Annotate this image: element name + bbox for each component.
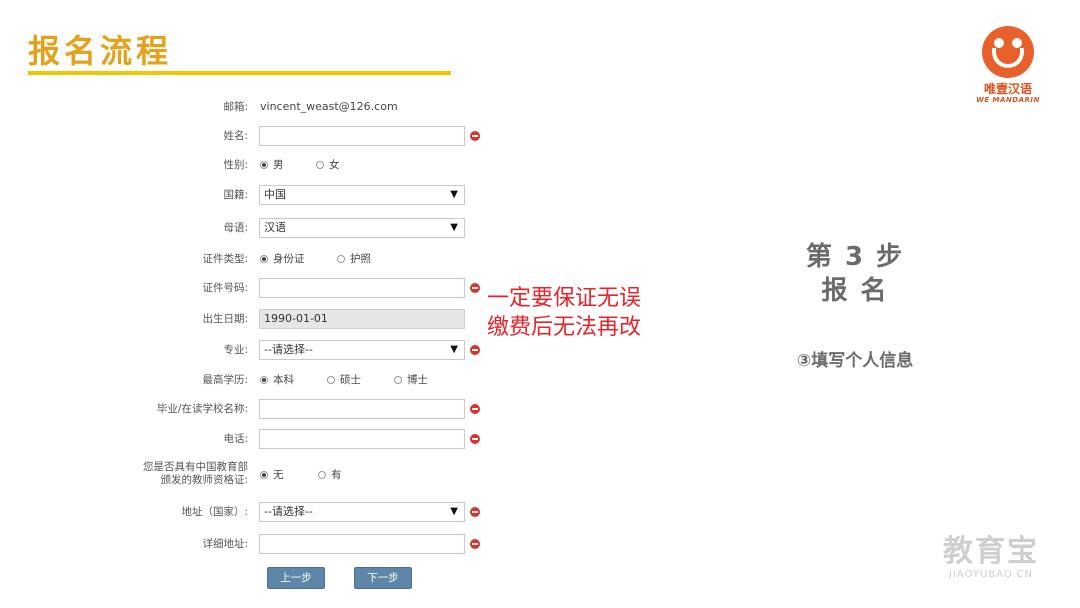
id-type-label: 证件类型:: [202, 253, 248, 265]
education-radio-bachelor[interactable]: 本科: [260, 370, 294, 390]
school-label: 毕业/在读学校名称:: [156, 403, 248, 415]
school-input[interactable]: [259, 399, 465, 419]
id-type-radio-passport[interactable]: 护照: [337, 249, 371, 269]
address-country-label: 地址（国家）:: [181, 506, 248, 518]
radio-icon: [394, 376, 402, 384]
school-row: 毕业/在读学校名称:: [0, 399, 540, 419]
required-icon: [470, 539, 480, 549]
phone-label: 电话:: [223, 433, 248, 445]
id-number-label: 证件号码:: [202, 282, 248, 294]
birth-date-input[interactable]: 1990-01-01: [259, 309, 465, 329]
address-country-select[interactable]: --请选择-- ▼: [259, 502, 465, 522]
gender-radio-male[interactable]: 男: [260, 155, 284, 175]
dropdown-arrow-icon: ▼: [450, 506, 458, 517]
watermark: 教育宝 JIAOYUBAO.CN: [943, 534, 1039, 581]
name-label: 姓名:: [223, 130, 248, 142]
id-type-row: 证件类型: 身份证 护照: [0, 249, 540, 269]
step-subtitle: ③填写个人信息: [796, 351, 914, 371]
address-country-row: 地址（国家）: --请选择-- ▼: [0, 502, 540, 522]
gender-row: 性别: 男 女: [0, 155, 540, 175]
native-language-select[interactable]: 汉语 ▼: [259, 218, 465, 238]
radio-selected-icon: [260, 376, 268, 384]
address-detail-label: 详细地址:: [202, 538, 248, 550]
education-radio-doctor[interactable]: 博士: [394, 370, 428, 390]
id-number-input[interactable]: [259, 278, 465, 298]
teacher-cert-radio-no[interactable]: 无: [260, 465, 284, 485]
radio-selected-icon: [260, 255, 268, 263]
radio-selected-icon: [260, 471, 268, 479]
prev-step-button[interactable]: 上一步: [267, 567, 325, 589]
required-icon: [470, 507, 480, 517]
phone-row: 电话:: [0, 429, 540, 449]
name-row: 姓名:: [0, 126, 540, 146]
gender-label: 性别:: [223, 159, 248, 171]
required-icon: [470, 404, 480, 414]
step-heading: 第 3 步 报 名: [805, 242, 905, 306]
radio-icon: [316, 161, 324, 169]
name-input[interactable]: [259, 126, 465, 146]
teacher-cert-radio-yes[interactable]: 有: [318, 465, 342, 485]
address-detail-row: 详细地址:: [0, 534, 540, 554]
native-language-row: 母语: 汉语 ▼: [0, 218, 540, 238]
nationality-label: 国籍:: [223, 189, 248, 201]
nationality-row: 国籍: 中国 ▼: [0, 185, 540, 205]
gender-radio-female[interactable]: 女: [316, 155, 340, 175]
id-type-radio-idcard[interactable]: 身份证: [260, 249, 305, 269]
major-select[interactable]: --请选择-- ▼: [259, 340, 465, 360]
native-language-label: 母语:: [223, 222, 248, 234]
birth-date-label: 出生日期:: [202, 313, 248, 325]
id-number-row: 证件号码:: [0, 278, 540, 298]
logo-subtext: WE MANDARIN: [976, 96, 1040, 104]
teacher-cert-row: 您是否具有中国教育部 颁发的教师资格证: 无 有: [0, 461, 540, 486]
required-icon: [470, 131, 480, 141]
major-label: 专业:: [223, 344, 248, 356]
education-row: 最高学历: 本科 硕士 博士: [0, 370, 540, 390]
warning-note: 一定要保证无误 缴费后无法再改: [487, 286, 642, 340]
education-label: 最高学历:: [202, 374, 248, 386]
birth-date-row: 出生日期: 1990-01-01: [0, 309, 540, 329]
radio-selected-icon: [260, 161, 268, 169]
required-icon: [470, 345, 480, 355]
logo: 唯壹汉语 WE MANDARIN: [972, 26, 1044, 106]
phone-input[interactable]: [259, 429, 465, 449]
dropdown-arrow-icon: ▼: [450, 189, 458, 200]
dropdown-arrow-icon: ▼: [450, 222, 458, 233]
email-label: 邮箱:: [223, 101, 248, 113]
required-icon: [470, 434, 480, 444]
radio-icon: [318, 471, 326, 479]
email-value: vincent_weast@126.com: [260, 100, 398, 113]
logo-icon: [982, 26, 1034, 78]
radio-icon: [327, 376, 335, 384]
next-step-button[interactable]: 下一步: [354, 567, 412, 589]
address-detail-input[interactable]: [259, 534, 465, 554]
major-row: 专业: --请选择-- ▼: [0, 340, 540, 360]
teacher-cert-label: 您是否具有中国教育部 颁发的教师资格证:: [143, 461, 248, 486]
registration-form: 邮箱: vincent_weast@126.com 姓名: 性别: 男 女 国籍…: [0, 0, 540, 608]
logo-text: 唯壹汉语: [983, 82, 1032, 96]
radio-icon: [337, 255, 345, 263]
dropdown-arrow-icon: ▼: [450, 344, 458, 355]
nationality-select[interactable]: 中国 ▼: [259, 185, 465, 205]
email-row: 邮箱: vincent_weast@126.com: [0, 97, 540, 117]
education-radio-master[interactable]: 硕士: [327, 370, 361, 390]
required-icon: [470, 283, 480, 293]
